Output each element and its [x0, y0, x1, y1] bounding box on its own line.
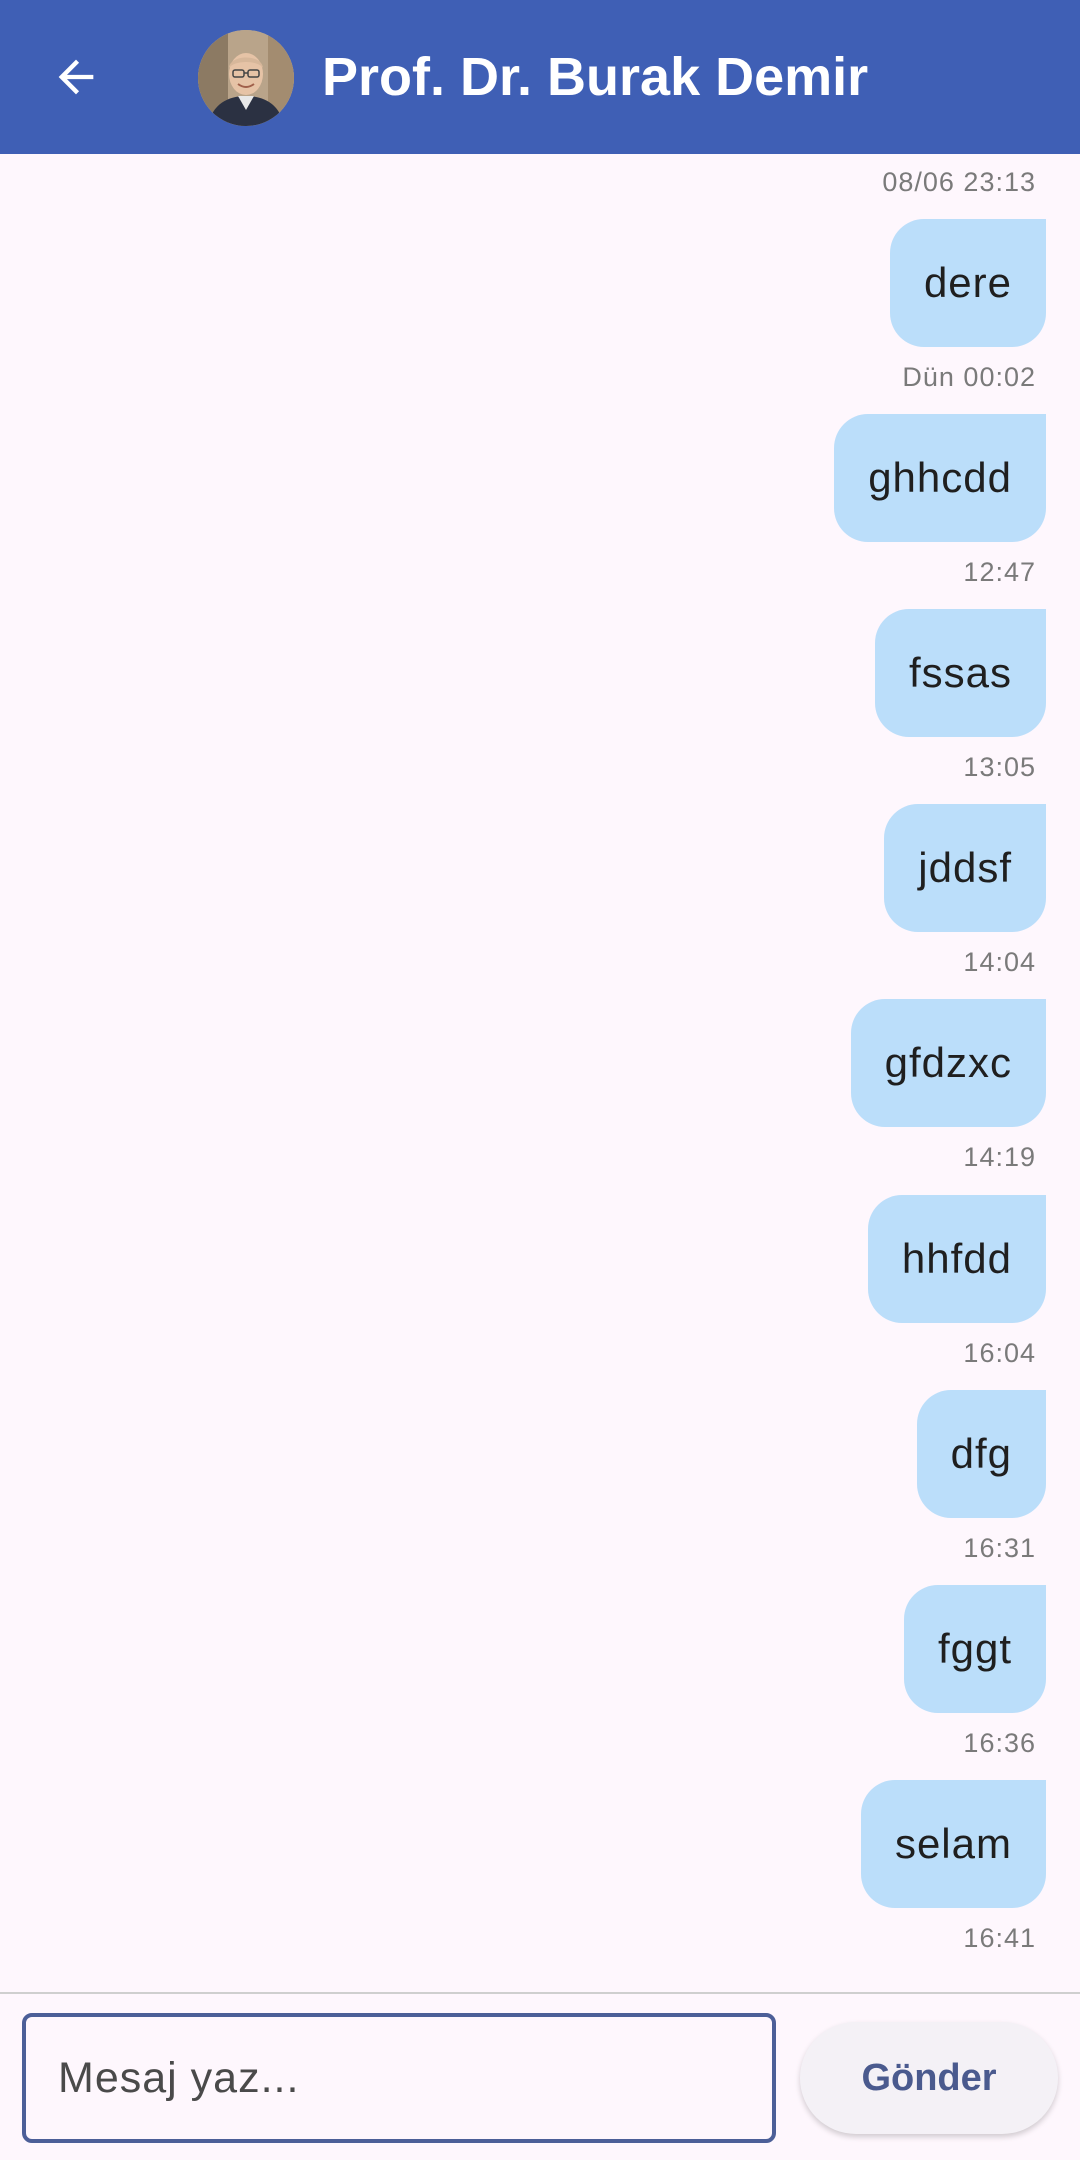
message-bubble[interactable]: hhfdd [867, 1195, 1046, 1323]
avatar[interactable] [198, 30, 294, 126]
composer-divider [0, 1992, 1080, 1994]
message-timestamp: 16:31 [963, 1533, 1036, 1563]
send-button[interactable]: Gönder [800, 2022, 1058, 2134]
message-input[interactable] [58, 2053, 772, 2103]
message-bubble[interactable]: selam [860, 1780, 1046, 1908]
message-list[interactable]: 08/06 23:13 dere Dün 00:02 ghhcdd 12:47 … [0, 154, 1080, 1990]
message-bubble[interactable]: jddsf [884, 804, 1046, 932]
message-bubble[interactable]: dere [889, 219, 1046, 347]
message-timestamp: 16:36 [963, 1728, 1036, 1758]
message-timestamp: Dün 00:02 [902, 362, 1036, 392]
page-title: Prof. Dr. Burak Demir [322, 47, 869, 107]
message-timestamp: 12:47 [963, 557, 1036, 587]
profile-photo [198, 30, 294, 126]
message-timestamp: 16:04 [963, 1338, 1036, 1368]
app-bar: Prof. Dr. Burak Demir [0, 0, 1080, 154]
message-bubble[interactable]: dfg [916, 1390, 1046, 1518]
message-bubble[interactable]: fggt [903, 1585, 1046, 1713]
message-bubble[interactable]: ghhcdd [834, 414, 1046, 542]
chat-screen: Prof. Dr. Burak Demir 08/06 23:13 dere D… [0, 0, 1080, 2160]
arrow-left-icon [58, 59, 94, 95]
back-button[interactable] [46, 47, 106, 107]
message-timestamp: 13:05 [963, 752, 1036, 782]
message-bubble[interactable]: gfdzxc [850, 999, 1046, 1127]
message-input-box[interactable] [22, 2013, 776, 2143]
message-bubble[interactable]: fssas [874, 609, 1046, 737]
message-timestamp: 14:19 [963, 1142, 1036, 1172]
message-timestamp: 14:04 [963, 947, 1036, 977]
message-timestamp: 08/06 23:13 [882, 167, 1036, 197]
message-timestamp: 16:41 [963, 1923, 1036, 1953]
